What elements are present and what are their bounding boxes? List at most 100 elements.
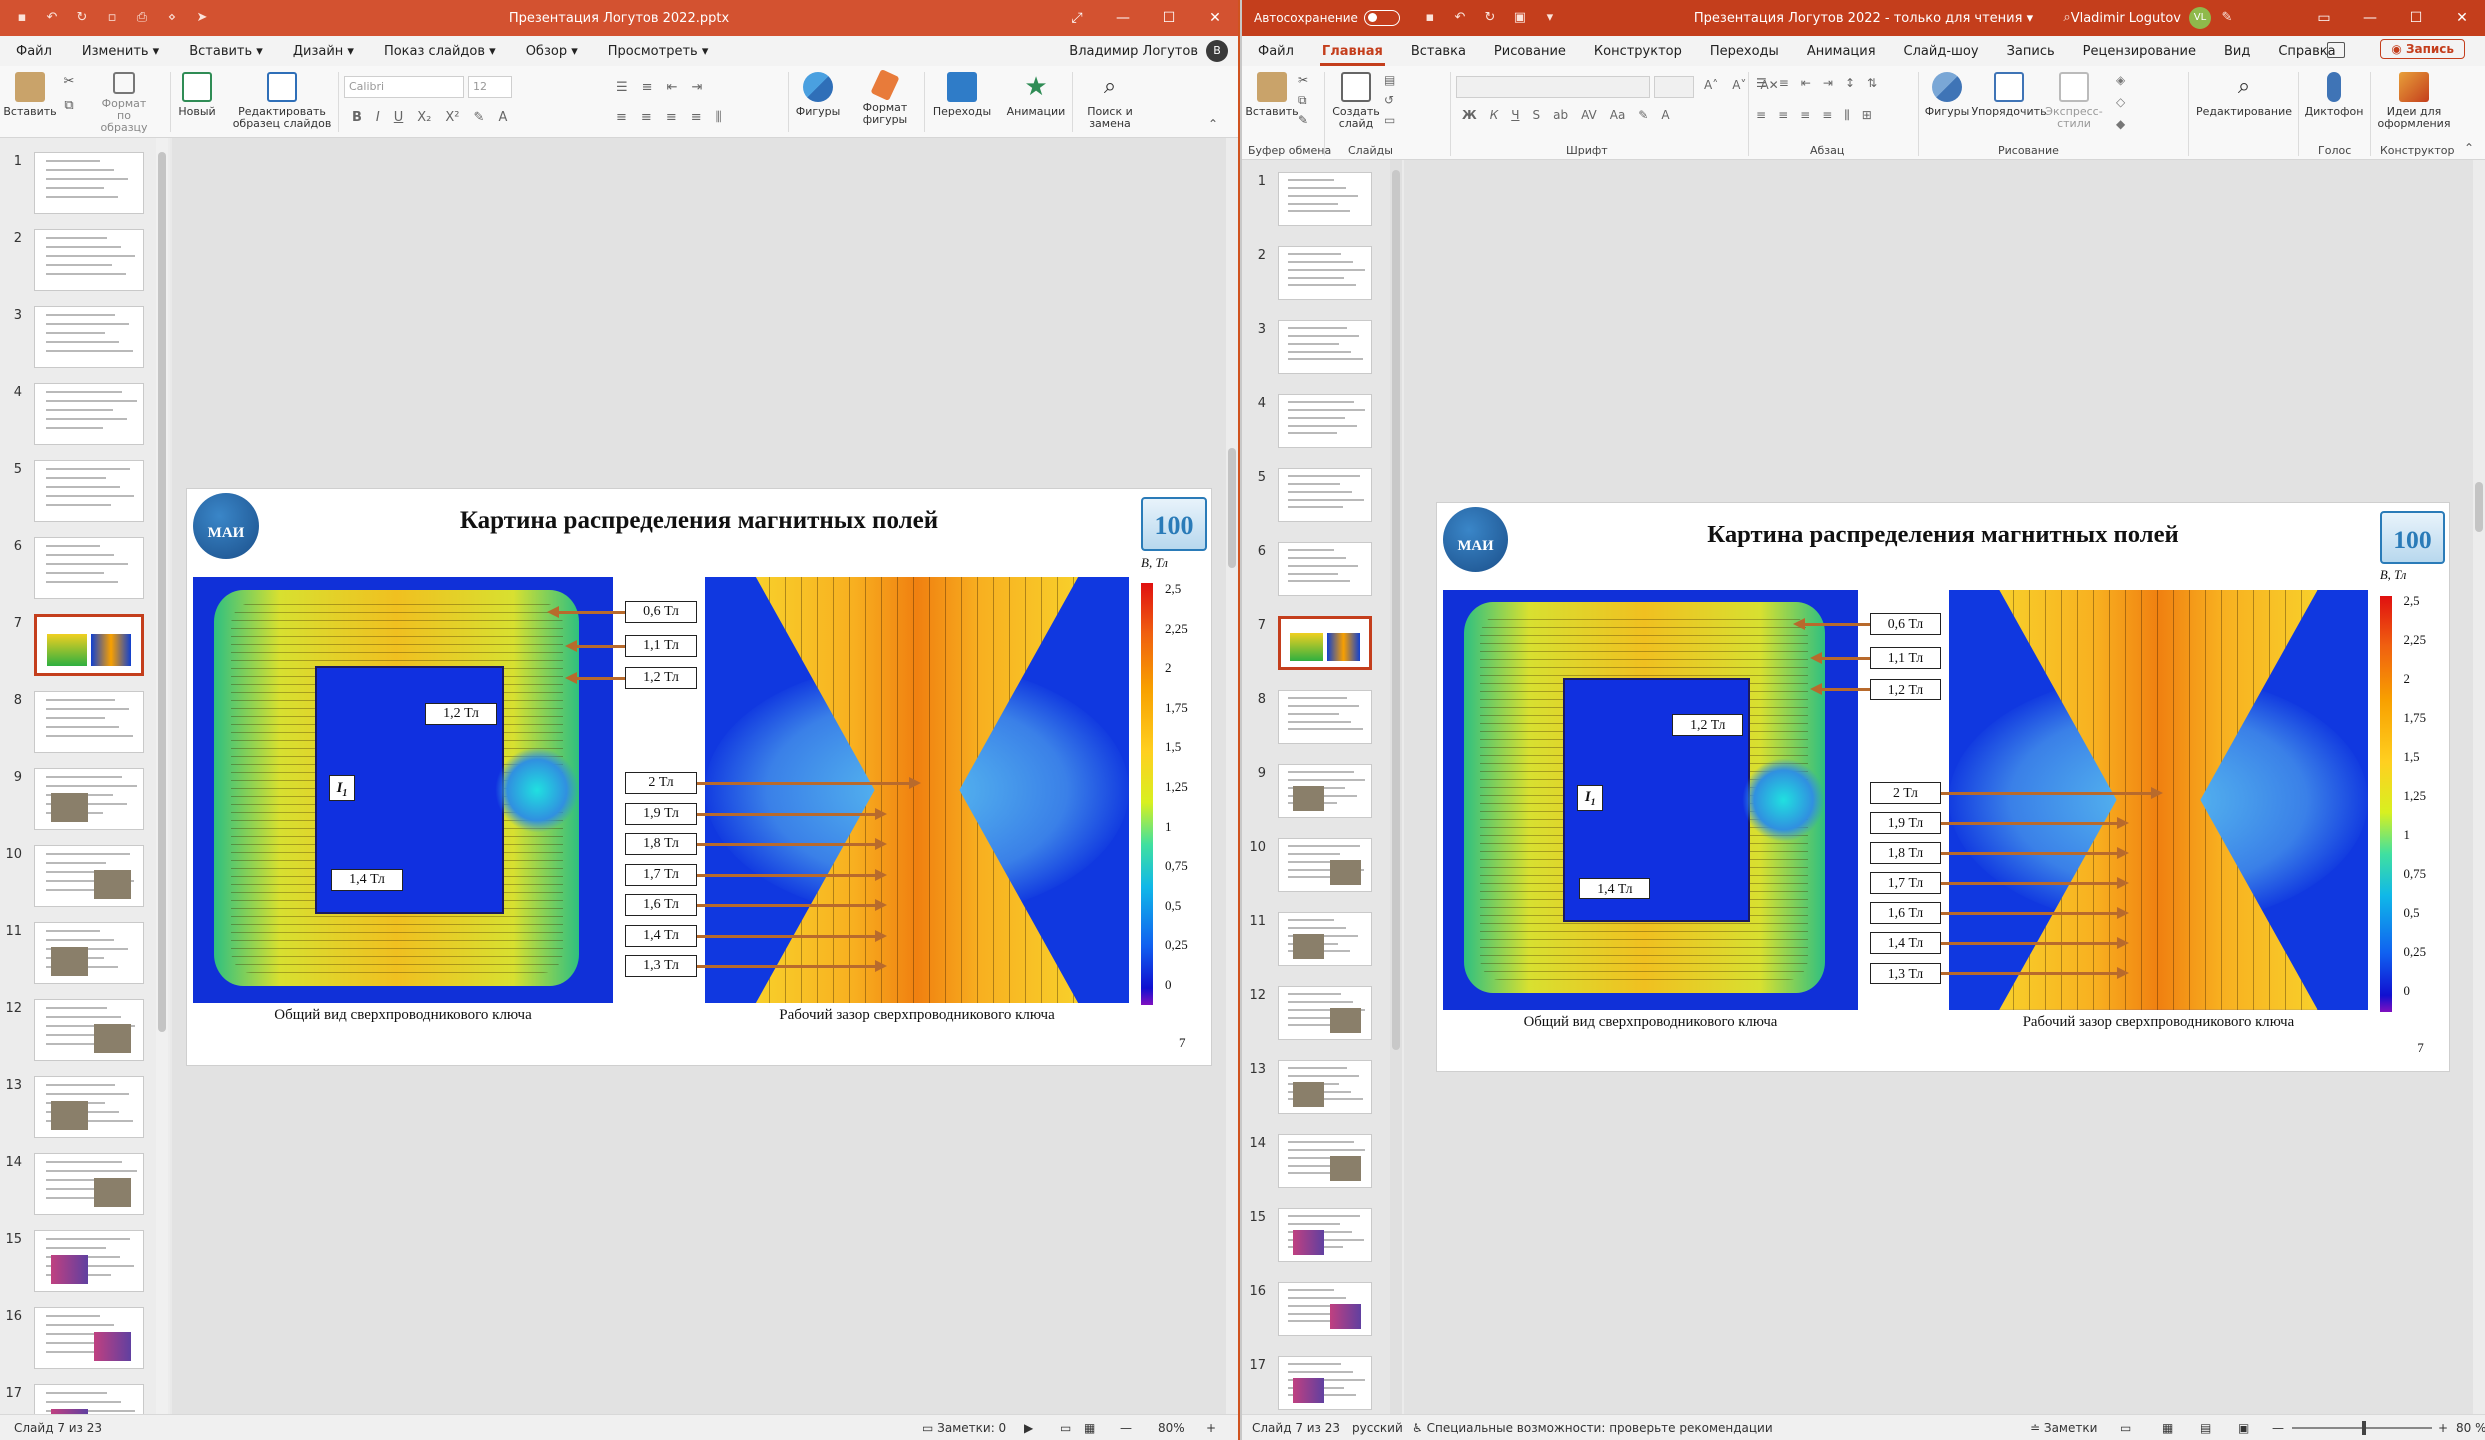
shadow-icon[interactable]: S [1532,108,1540,122]
italic-icon[interactable]: I [376,110,380,125]
font-size-field[interactable]: 12 [468,76,512,98]
tab-view[interactable]: Вид [2222,44,2252,59]
justify-icon[interactable]: ≡ [1822,108,1832,123]
align-right-icon[interactable]: ≡ [666,110,677,125]
save-icon[interactable]: ▪ [1422,10,1438,26]
align-center-icon[interactable]: ≡ [1778,108,1788,123]
zoom-level[interactable]: 80 % [2456,1421,2485,1435]
italic-icon[interactable]: К [1490,108,1499,122]
highlight-icon[interactable]: ✎ [1638,108,1648,122]
shrink-font-icon[interactable]: A˅ [1732,78,1746,92]
subscript-icon[interactable]: X₂ [417,110,431,125]
paste-button[interactable]: Вставить [1245,72,1299,118]
effects-icon[interactable]: ◆ [2116,118,2125,130]
slideshow-view-icon[interactable]: ▣ [2238,1421,2249,1435]
outline-icon[interactable]: ◇ [2116,96,2125,108]
minimize-button[interactable]: — [2347,0,2393,36]
arrange-button[interactable]: Упорядочить [1971,72,2047,118]
bullets-icon[interactable]: ☰ [616,80,628,95]
undo-icon[interactable]: ↶ [1452,10,1468,26]
share-icon[interactable]: ⋄ [164,10,180,26]
tab-design[interactable]: Конструктор [1592,44,1684,59]
shape-format-button[interactable]: Формат фигуры [858,68,912,126]
superscript-icon[interactable]: X² [445,110,459,125]
present-icon[interactable]: ▣ [1512,10,1528,26]
redo-icon[interactable]: ↻ [74,10,90,26]
menu-review[interactable]: Обзор ▾ [524,44,580,59]
font-name-field[interactable]: Calibri [344,76,464,98]
highlight-icon[interactable]: ✎ [474,110,485,125]
increase-indent-icon[interactable]: ⇥ [1823,76,1833,90]
play-icon[interactable]: ▶ [1024,1421,1033,1435]
section-icon[interactable]: ▭ [1384,114,1395,126]
sorter-view-icon[interactable]: ▦ [2162,1421,2173,1435]
zoom-in-icon[interactable]: + [2438,1421,2448,1435]
close-button[interactable]: ✕ [2439,0,2485,36]
menu-file[interactable]: Файл [14,44,54,59]
left-thumbs-scrollbar[interactable] [156,138,168,1414]
scrollbar-thumb[interactable] [1228,448,1236,568]
justify-icon[interactable]: ≡ [691,110,702,125]
align-left-icon[interactable]: ≡ [616,110,627,125]
comments-icon[interactable] [2327,42,2345,58]
scrollbar-thumb[interactable] [2475,482,2483,532]
cut-icon[interactable]: ✂ [1298,74,1308,86]
quick-styles-button[interactable]: Экспресс-стили [2042,72,2106,130]
bold-icon[interactable]: B [352,110,362,125]
right-user-account[interactable]: Vladimir Logutov VL ✎ [2071,0,2235,36]
font-name-field[interactable] [1456,76,1650,98]
right-thumbs-scrollbar[interactable] [1390,160,1402,1414]
new-file-icon[interactable]: ▫ [104,10,120,26]
align-left-icon[interactable]: ≡ [1756,108,1766,123]
right-slide[interactable]: Картина распределения магнитных полей МАИ… [1436,502,2450,1072]
menu-view[interactable]: Просмотреть ▾ [606,44,711,59]
tab-home[interactable]: Главная [1319,44,1385,66]
new-slide-button[interactable]: Новый [178,72,216,118]
create-slide-button[interactable]: Создать слайд [1330,72,1382,130]
bold-icon[interactable]: Ж [1462,108,1477,122]
accessibility-status[interactable]: ♿ Специальные возможности: проверьте рек… [1412,1421,1773,1435]
maximize-button[interactable]: ☐ [1146,0,1192,36]
fill-icon[interactable]: ◈ [2116,74,2125,86]
layout-icon[interactable]: ⤢ [1054,0,1100,36]
underline-icon[interactable]: Ч [1511,108,1519,122]
autosave-toggle[interactable]: Автосохранение [1254,10,1400,26]
decrease-indent-icon[interactable]: ⇤ [1801,76,1811,90]
zoom-in-icon[interactable]: + [1206,1421,1216,1435]
maximize-button[interactable]: ☐ [2393,0,2439,36]
font-color-icon[interactable]: A [498,110,507,125]
left-user-account[interactable]: Владимир Логутов В [1069,40,1228,62]
pen-icon[interactable]: ✎ [2219,10,2235,26]
undo-icon[interactable]: ↶ [44,10,60,26]
format-painter-button[interactable]: Формат по образцу [94,72,154,134]
font-size-field[interactable] [1654,76,1694,98]
transitions-button[interactable]: Переходы [932,72,992,118]
designer-button[interactable]: Идеи для оформления [2374,72,2454,130]
align-right-icon[interactable]: ≡ [1800,108,1810,123]
numbering-icon[interactable]: ≡ [642,80,653,95]
tab-record[interactable]: Запись [2005,44,2057,59]
decrease-indent-icon[interactable]: ⇤ [667,80,678,95]
zoom-out-icon[interactable]: — [1120,1421,1132,1435]
dictation-button[interactable]: Диктофон [2304,72,2364,118]
right-document-title[interactable]: Презентация Логутов 2022 - только для чт… [1694,11,2033,26]
print-icon[interactable]: ⎙ [134,10,150,26]
underline-icon[interactable]: U [394,110,404,125]
left-canvas-scrollbar[interactable] [1226,138,1238,1414]
tab-draw[interactable]: Рисование [1492,44,1568,59]
animations-button[interactable]: ★ Анимации [1006,72,1066,118]
columns-icon[interactable]: ⫼ [716,110,722,125]
save-icon[interactable]: ▪ [14,10,30,26]
menu-slideshow[interactable]: Показ слайдов ▾ [382,44,498,59]
right-canvas-scrollbar[interactable] [2473,160,2485,1414]
edit-master-button[interactable]: Редактировать образец слайдов [232,72,332,130]
zoom-slider-knob[interactable] [2362,1421,2366,1435]
copy-icon[interactable]: ⧉ [1298,94,1307,106]
scrollbar-thumb[interactable] [158,152,166,1032]
numbering-icon[interactable]: ≡ [1779,76,1789,90]
line-spacing-icon[interactable]: ↕ [1845,76,1855,90]
paste-button[interactable]: Вставить [3,72,57,118]
redo-icon[interactable]: ↻ [1482,10,1498,26]
notes-button[interactable]: ≐ Заметки [2030,1421,2097,1435]
menu-design[interactable]: Дизайн ▾ [291,44,356,59]
